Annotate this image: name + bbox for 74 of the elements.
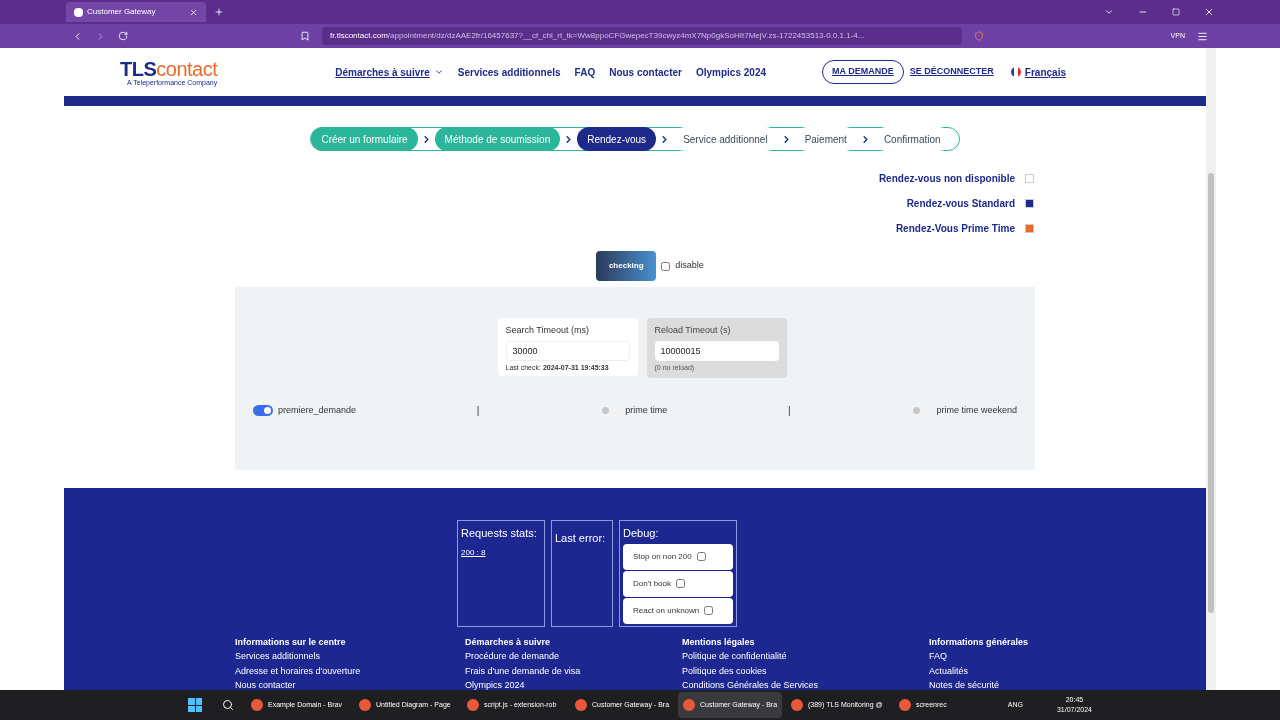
footer-link[interactable]: Conditions Générales de Services	[682, 678, 929, 693]
chevron-icon[interactable]	[433, 67, 444, 77]
address-field[interactable]: fr.tlscontact.com/appointment/dz/dzAAE2fr/16457637?__cf_chl_rt_tk=Ww8ppoCFGwepecT39cwyz4mX7Np0gkSoHIt7MejV.zs-1722453513-0.0.1.1-4...	[322, 27, 962, 45]
field-label: Reload Timeout (s)	[654, 324, 732, 337]
input-field[interactable]: 30000	[505, 340, 630, 361]
separator: |	[788, 404, 791, 418]
toggle-switch[interactable]	[600, 405, 621, 416]
footer-link[interactable]: Politique des cookies	[682, 663, 929, 678]
nav-link[interactable]: Olympics 2024	[695, 64, 766, 80]
footer-link[interactable]: FAQ	[929, 649, 1069, 664]
footer-link[interactable]: Actualités	[929, 663, 1069, 678]
panel-title: Debug:	[623, 526, 660, 541]
close-icon[interactable]	[189, 7, 198, 17]
app-icon	[467, 699, 479, 711]
panel-title: Requests stats:	[461, 526, 538, 541]
logout-link[interactable]: SE DÉCONNECTER	[909, 65, 994, 79]
debug-option[interactable]: React on unknown	[623, 597, 733, 624]
checking-button[interactable]: checking	[596, 251, 657, 281]
nav-link[interactable]: Services additionnels	[457, 64, 561, 80]
start-icon[interactable]	[188, 698, 202, 712]
app-icon	[899, 699, 911, 711]
debug-option[interactable]: Don't book	[623, 570, 733, 597]
app-icon	[251, 699, 263, 711]
tab-icon	[74, 7, 83, 17]
app-icon	[791, 699, 803, 711]
input-field[interactable]: 10000015	[654, 340, 779, 361]
separator: |	[476, 404, 480, 418]
footer-link[interactable]: Procédure de demande	[465, 649, 682, 664]
checkbox[interactable]	[704, 606, 714, 615]
close-icon[interactable]	[1204, 7, 1214, 17]
footer-link[interactable]: Frais d'une demande de visa	[465, 663, 682, 678]
checkbox-label: disable	[675, 259, 704, 273]
field-label: Search Timeout (ms)	[505, 324, 591, 337]
toggle-label: prime time weekend	[936, 403, 1017, 417]
stats-link[interactable]: 200 : 8	[461, 546, 541, 559]
new-tab-icon[interactable]	[214, 7, 224, 17]
footer-heading: Informations générales	[929, 636, 1030, 649]
nav-link[interactable]: Nous contacter	[609, 64, 682, 80]
language-link[interactable]: Français	[1024, 64, 1066, 80]
footer-heading: Mentions légales	[682, 636, 756, 649]
menu-icon[interactable]	[1197, 30, 1208, 42]
checkbox[interactable]	[661, 261, 671, 271]
footer-heading: Démarches à suivre	[465, 636, 552, 649]
footer-link[interactable]: Politique de confidentialité	[682, 649, 929, 664]
nav-link[interactable]: Démarches à suivre	[335, 64, 430, 80]
app-icon	[683, 699, 695, 711]
legend-label: Rendez-vous non disponible	[878, 172, 1015, 186]
step[interactable]: Rendez-vous	[577, 127, 657, 151]
browser-tab[interactable]: Customer Gateway	[66, 2, 206, 22]
debug-option[interactable]: Stop on non 200	[623, 543, 733, 570]
chevron-icon[interactable]	[1104, 7, 1114, 17]
footer-link[interactable]: Olympics 2024	[465, 678, 682, 693]
panel-title: Last error:	[555, 532, 606, 544]
footer-link[interactable]: Services additionnels	[235, 649, 465, 664]
bookmark-icon[interactable]	[300, 31, 310, 41]
toggle-label: premiere_demande	[278, 403, 357, 417]
maximize-icon[interactable]	[1172, 8, 1180, 16]
toggle-switch[interactable]	[911, 405, 932, 416]
footer-link[interactable]: Notes de sécurité	[929, 678, 1069, 693]
app-icon	[575, 699, 587, 711]
checkbox[interactable]	[696, 552, 706, 561]
nav-link[interactable]: FAQ	[574, 64, 596, 80]
footer-link[interactable]: Adresse et horaires d'ouverture	[235, 663, 465, 678]
checkbox[interactable]	[676, 579, 685, 588]
reload-icon[interactable]	[118, 31, 128, 41]
flag-icon	[1010, 67, 1021, 77]
footer-heading: Informations sur le centre	[235, 636, 347, 649]
footer-link[interactable]: Nous contacter	[235, 678, 465, 693]
search-icon[interactable]	[222, 699, 234, 711]
legend-label: Rendez-Vous Prime Time	[895, 222, 1015, 236]
toggle-switch[interactable]	[253, 405, 273, 416]
app-icon	[359, 699, 371, 711]
toggle-label: prime time	[625, 403, 668, 417]
legend-label: Rendez-vous Standard	[906, 197, 1015, 211]
